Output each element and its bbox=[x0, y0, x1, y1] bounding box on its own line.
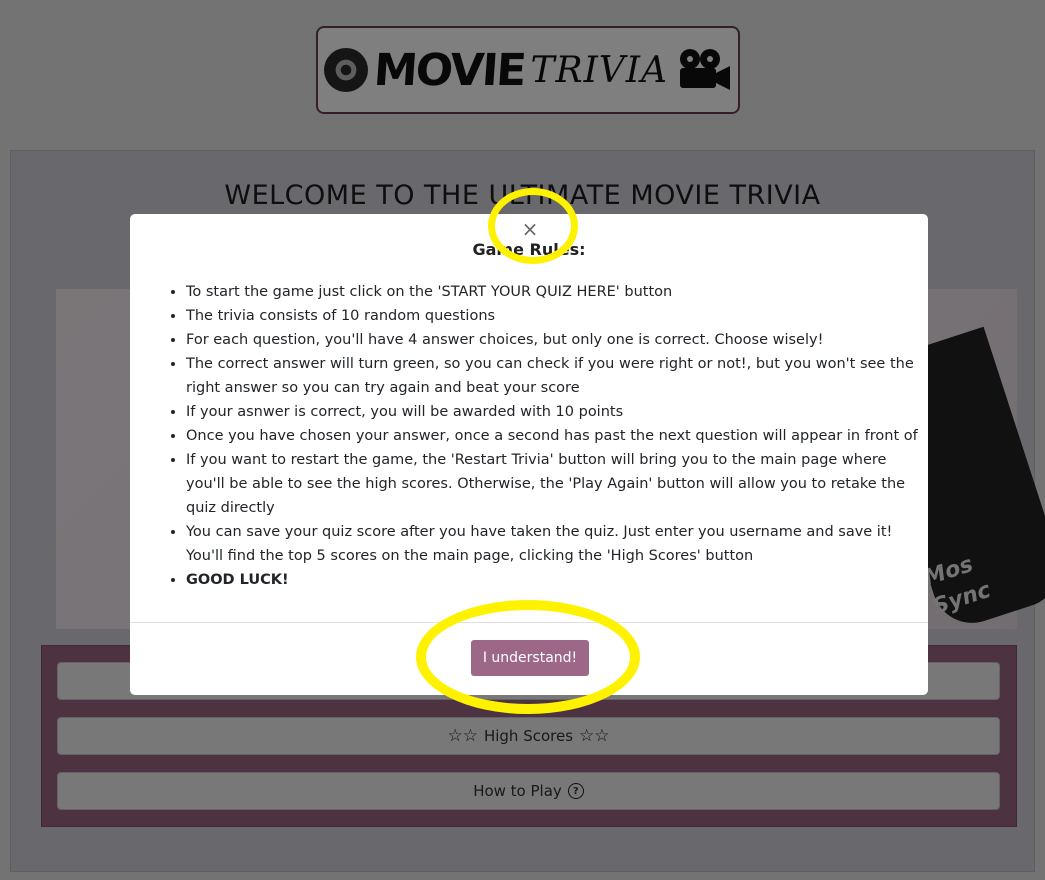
rule-item: The trivia consists of 10 random questio… bbox=[186, 304, 926, 328]
i-understand-button[interactable]: I understand! bbox=[471, 640, 589, 676]
rule-item-good-luck: GOOD LUCK! bbox=[186, 568, 926, 592]
rule-item: The correct answer will turn green, so y… bbox=[186, 352, 926, 400]
rule-item: Once you have chosen your answer, once a… bbox=[186, 424, 926, 448]
rule-item: You can save your quiz score after you h… bbox=[186, 520, 926, 568]
rules-modal: × Game Rules: To start the game just cli… bbox=[130, 214, 928, 695]
modal-footer-divider bbox=[130, 622, 928, 623]
rule-item: If you want to restart the game, the 'Re… bbox=[186, 448, 926, 520]
rule-item: If your asnwer is correct, you will be a… bbox=[186, 400, 926, 424]
modal-title: Game Rules: bbox=[472, 240, 586, 259]
rule-item: For each question, you'll have 4 answer … bbox=[186, 328, 926, 352]
close-icon[interactable]: × bbox=[520, 218, 540, 240]
rules-list: To start the game just click on the 'STA… bbox=[166, 280, 926, 592]
rule-item: To start the game just click on the 'STA… bbox=[186, 280, 926, 304]
